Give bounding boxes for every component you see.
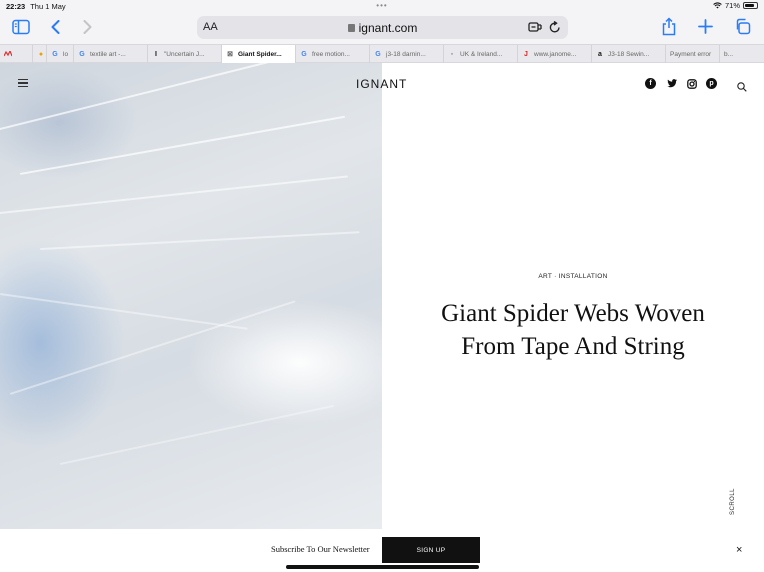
close-icon[interactable]: × <box>736 545 742 556</box>
tab-item[interactable]: Jwww.janome... <box>518 45 592 63</box>
tab-label: lo <box>63 50 69 58</box>
tab-item[interactable]: Gtextile art -... <box>74 45 148 63</box>
web-strand <box>59 404 335 465</box>
tab-favicon: ⊠ <box>227 51 233 58</box>
headline-line: From Tape And String <box>461 333 685 360</box>
tab-favicon: G <box>375 50 381 58</box>
reload-icon[interactable] <box>549 21 561 34</box>
tab-favicon: ▪ <box>450 50 454 58</box>
new-tab-icon[interactable] <box>698 19 713 34</box>
twitter-icon[interactable] <box>666 78 677 89</box>
tab-label: www.janome... <box>534 50 577 58</box>
extension-icon[interactable] <box>528 21 542 33</box>
ipad-safari-window: 22:23 Thu 1 May ••• 71% AA ignant.com ● … <box>0 0 764 572</box>
tab-favicon: G <box>79 50 85 58</box>
tab-label: Payment error <box>670 50 712 58</box>
status-date: Thu 1 May <box>30 1 66 11</box>
status-time: 22:23 <box>6 1 26 11</box>
tab-bar: ● Glo Gtextile art -... I "Uncertain J...… <box>0 44 764 63</box>
web-strand <box>19 115 346 175</box>
tab-item[interactable]: Gfree motion... <box>296 45 370 63</box>
url-domain: ignant.com <box>358 21 418 35</box>
web-strand <box>0 175 349 215</box>
tab-label: Giant Spider... <box>238 50 282 58</box>
scroll-label[interactable]: SCROLL <box>730 488 736 515</box>
search-icon[interactable] <box>737 79 747 92</box>
url-field[interactable]: ignant.com <box>197 21 568 35</box>
browser-toolbar: AA ignant.com <box>0 12 764 44</box>
multitasking-dots-icon[interactable]: ••• <box>376 1 387 10</box>
tab-label: UK & Ireland... <box>460 50 503 58</box>
back-icon[interactable] <box>51 20 60 34</box>
tab-favicon: G <box>52 50 58 58</box>
tab-favicon <box>4 50 12 58</box>
hamburger-menu-icon[interactable] <box>18 79 28 87</box>
home-indicator[interactable] <box>286 565 479 569</box>
tab-label: J3-18 Sewin... <box>608 50 650 58</box>
hero-image <box>0 63 382 529</box>
tab-item-active[interactable]: ⊠ Giant Spider... <box>222 45 296 63</box>
article-headline: Giant Spider Webs Woven From Tape And St… <box>382 297 764 363</box>
tab-item[interactable]: ▪ UK & Ireland... <box>444 45 518 63</box>
web-page: IGNANT f p ART · INSTALLATION Giant Spid… <box>0 63 764 529</box>
sign-up-button[interactable]: SIGN UP <box>382 537 480 563</box>
tab-item[interactable]: Payment error <box>666 45 720 63</box>
tab-favicon: G <box>301 50 307 58</box>
tab-label: j3-18 darnin... <box>386 50 426 58</box>
tab-favicon: ● <box>38 50 44 58</box>
battery-icon <box>743 2 758 9</box>
tab-label: free motion... <box>312 50 350 58</box>
tab-item[interactable]: I "Uncertain J... <box>148 45 222 63</box>
forward-icon[interactable] <box>83 20 92 34</box>
tab-favicon: a <box>598 50 602 58</box>
lock-icon <box>347 24 355 32</box>
tab-item[interactable]: Glo <box>47 45 74 63</box>
tab-item[interactable]: a J3-18 Sewin... <box>592 45 666 63</box>
wifi-icon <box>713 2 722 9</box>
share-icon[interactable] <box>662 17 676 36</box>
battery-percent: 71% <box>724 1 740 10</box>
status-right: 71% <box>713 1 758 10</box>
tab-label: "Uncertain J... <box>164 50 205 58</box>
tab-item[interactable]: b... <box>720 45 764 63</box>
status-bar: 22:23 Thu 1 May ••• 71% <box>0 0 764 12</box>
article-category[interactable]: ART · INSTALLATION <box>382 273 764 280</box>
web-strand <box>0 63 272 135</box>
pinterest-icon[interactable]: p <box>706 78 717 89</box>
site-logo[interactable]: IGNANT <box>356 77 407 91</box>
instagram-icon[interactable] <box>686 78 697 89</box>
battery-fill <box>745 4 755 7</box>
tab-label: b... <box>724 50 734 58</box>
web-strand <box>0 293 248 330</box>
sidebar-icon[interactable] <box>12 19 30 35</box>
tab-favicon: I <box>155 50 157 58</box>
tabs-overview-icon[interactable] <box>734 18 751 35</box>
tab-favicon: J <box>524 50 528 58</box>
newsletter-text: Subscribe To Our Newsletter <box>271 544 370 554</box>
tab-item[interactable]: ● <box>33 45 47 63</box>
web-strand <box>39 231 360 250</box>
tab-label: textile art -... <box>90 50 126 58</box>
address-bar[interactable]: AA ignant.com <box>197 16 568 39</box>
facebook-icon[interactable]: f <box>645 78 656 89</box>
tab-item[interactable]: Gj3-18 darnin... <box>370 45 444 63</box>
headline-line: Giant Spider Webs Woven <box>441 300 705 327</box>
tab-item[interactable] <box>0 45 33 63</box>
